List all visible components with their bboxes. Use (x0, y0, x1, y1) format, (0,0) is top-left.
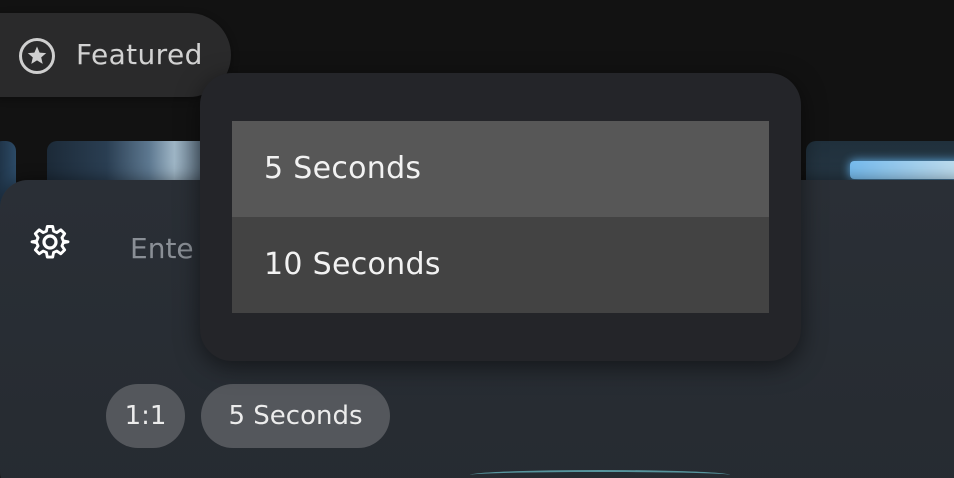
duration-options-list: 5 Seconds 10 Seconds (232, 121, 769, 313)
screen: Featured 1:1 5 Seconds 5 Seconds 10 Seco… (0, 0, 954, 478)
featured-button[interactable]: Featured (0, 13, 231, 97)
duration-option-10-seconds[interactable]: 10 Seconds (232, 217, 769, 313)
aspect-ratio-chip[interactable]: 1:1 (106, 384, 185, 448)
featured-label: Featured (76, 38, 203, 71)
duration-chip[interactable]: 5 Seconds (201, 384, 390, 448)
decorative-glow (470, 470, 730, 478)
duration-option-5-seconds[interactable]: 5 Seconds (232, 121, 769, 217)
duration-dropdown: 5 Seconds 10 Seconds (200, 73, 801, 361)
star-circle-icon (19, 38, 55, 74)
thumbnail-light (850, 161, 954, 179)
gear-icon[interactable] (30, 222, 70, 262)
